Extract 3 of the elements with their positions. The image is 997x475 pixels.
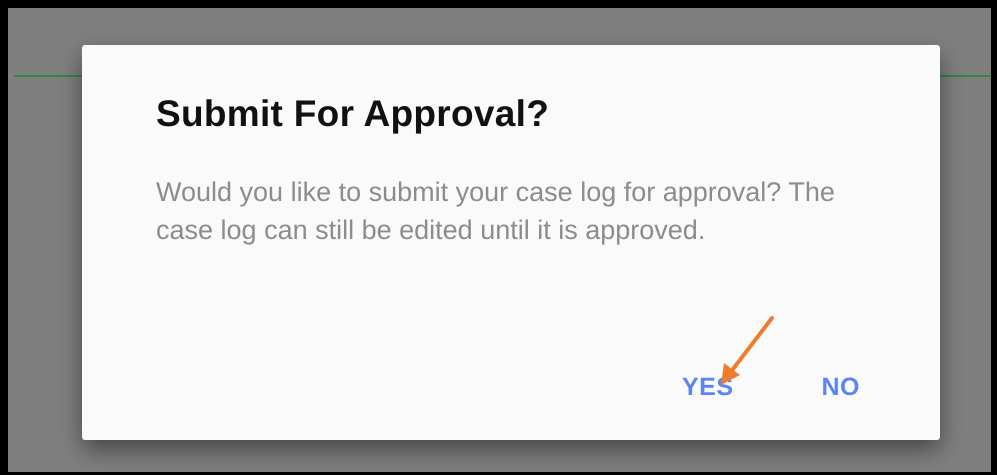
dialog-message: Would you like to submit your case log for approval? The case log can still be edited until it is approved. (156, 176, 836, 247)
dialog-title: Submit For Approval? (156, 93, 550, 135)
dialog-button[interactable]: NO (820, 369, 862, 406)
